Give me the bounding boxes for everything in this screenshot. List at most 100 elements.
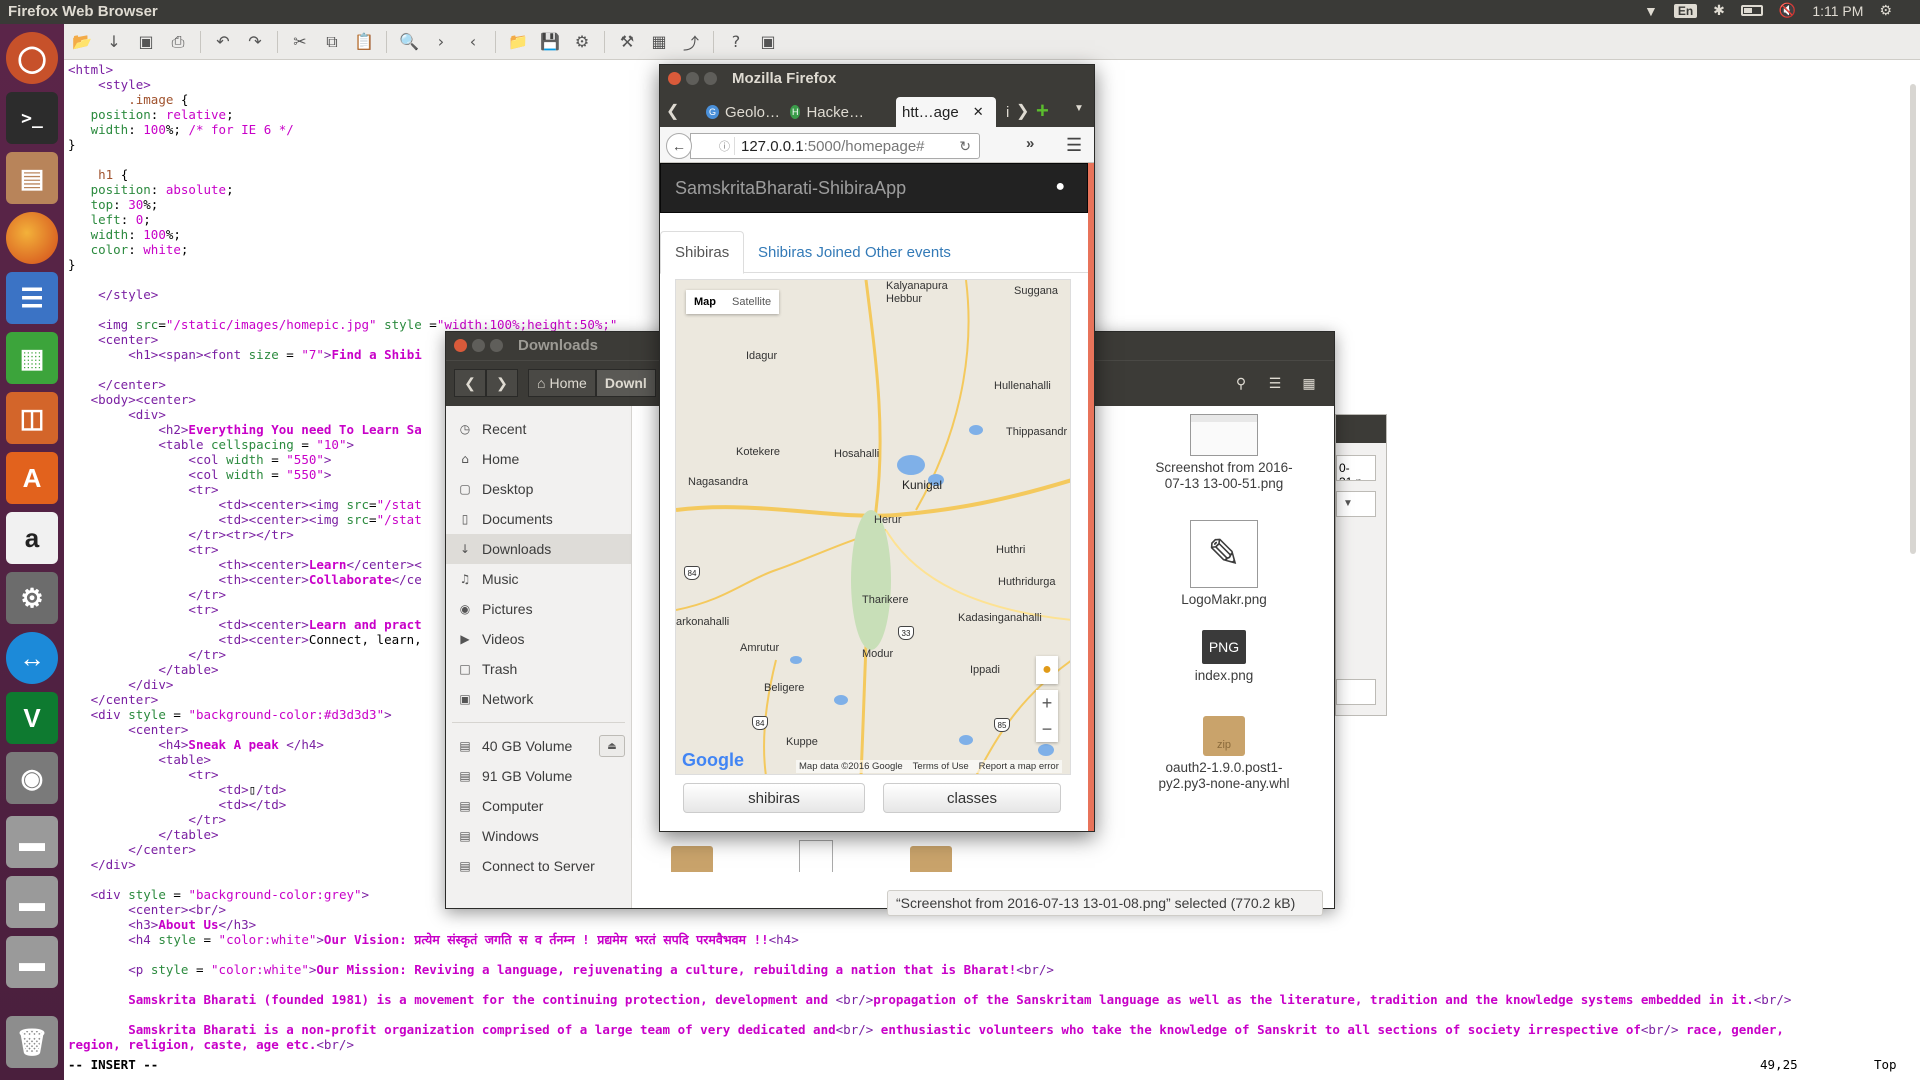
hamburger-menu-icon[interactable]: ☰ bbox=[1066, 135, 1082, 156]
url-bar[interactable]: ⓘ 127.0.0.1:5000/homepage# ↻ bbox=[690, 133, 980, 159]
editor-scrollbar[interactable] bbox=[1910, 84, 1916, 554]
amazon-icon[interactable]: a bbox=[6, 512, 58, 564]
minimize-icon[interactable] bbox=[472, 339, 485, 352]
file-item[interactable]: PNG index.png bbox=[1154, 630, 1294, 684]
file-item[interactable] bbox=[622, 846, 762, 872]
sidebar-item-documents[interactable]: ▯ Documents bbox=[446, 504, 631, 534]
sidebar-item-music[interactable]: ♫ Music bbox=[446, 564, 631, 594]
search-icon[interactable]: ⚲ bbox=[1226, 369, 1256, 397]
eject-icon[interactable]: ⏏ bbox=[599, 735, 625, 757]
power-gear-icon[interactable]: ⚙ bbox=[1879, 2, 1892, 19]
clock[interactable]: 1:11 PM bbox=[1812, 3, 1863, 19]
sidebar-item-connect-to-server[interactable]: ▤ Connect to Server bbox=[446, 851, 631, 881]
impress-icon[interactable]: ◫ bbox=[6, 392, 58, 444]
sidebar-item-computer[interactable]: ▤ Computer bbox=[446, 791, 631, 821]
drive-icon[interactable]: ▬ bbox=[6, 876, 58, 928]
sidebar-item-desktop[interactable]: ▢ Desktop bbox=[446, 474, 631, 504]
terms-of-use-link[interactable]: Terms of Use bbox=[913, 761, 969, 772]
site-info-icon[interactable]: ⓘ bbox=[715, 137, 735, 155]
undo-icon[interactable]: ↶ bbox=[213, 32, 233, 52]
scroll-tabs-right-icon[interactable]: ❯ bbox=[1016, 101, 1029, 121]
file-item[interactable]: Screenshot from 2016-07-13 13-00-51.png bbox=[1154, 414, 1294, 492]
sidebar-item-pictures[interactable]: ◉ Pictures bbox=[446, 594, 631, 624]
help-icon[interactable]: ? bbox=[726, 32, 746, 52]
forward-button[interactable]: ❯ bbox=[486, 369, 518, 397]
scroll-tabs-left-icon[interactable]: ❮ bbox=[666, 101, 679, 121]
terminal-icon[interactable]: >_ bbox=[6, 92, 58, 144]
tab-homepage[interactable]: htt…age ✕ bbox=[896, 97, 996, 127]
close-tab-icon[interactable]: ✕ bbox=[973, 104, 984, 120]
files-icon[interactable]: ▤ bbox=[6, 152, 58, 204]
cut-icon[interactable]: ✂ bbox=[290, 32, 310, 52]
sidebar-item-40gb-volume[interactable]: ▤ 40 GB Volume ⏏ bbox=[446, 731, 631, 761]
dialog-filename-field[interactable]: 0-31.p bbox=[1336, 455, 1376, 481]
battery-icon[interactable] bbox=[1740, 5, 1763, 16]
close-icon[interactable] bbox=[668, 72, 681, 85]
vim-icon[interactable]: V bbox=[6, 692, 58, 744]
tab-geolocation[interactable]: G Geolo… bbox=[700, 97, 780, 127]
user-icon[interactable]: ● bbox=[1055, 178, 1065, 196]
tab-other-events[interactable]: Other events bbox=[851, 231, 965, 273]
zoom-out-button[interactable]: − bbox=[1036, 716, 1058, 742]
map-type-satellite[interactable]: Satellite bbox=[724, 290, 779, 314]
report-map-error-link[interactable]: Report a map error bbox=[979, 761, 1059, 772]
firefox-icon[interactable] bbox=[6, 212, 58, 264]
overflow-chevron-icon[interactable]: » bbox=[1026, 135, 1034, 152]
sidebar-item-home[interactable]: ⌂ Home bbox=[446, 444, 631, 474]
dialog-input[interactable] bbox=[1336, 679, 1376, 705]
volume-muted-icon[interactable]: 🔇 bbox=[1779, 2, 1796, 19]
maximize-icon[interactable] bbox=[490, 339, 503, 352]
zoom-in-button[interactable]: + bbox=[1036, 690, 1058, 716]
wifi-icon[interactable]: ▼ bbox=[1644, 3, 1658, 19]
redo-icon[interactable]: ↷ bbox=[245, 32, 265, 52]
settings-icon[interactable]: ⚙ bbox=[6, 572, 58, 624]
paste-icon[interactable]: 📋 bbox=[354, 32, 374, 52]
sidebar-item-recent[interactable]: ◷ Recent bbox=[446, 414, 631, 444]
sidebar-item-91gb-volume[interactable]: ▤ 91 GB Volume bbox=[446, 761, 631, 791]
tab-shibiras[interactable]: Shibiras bbox=[660, 231, 745, 274]
software-center-icon[interactable]: A bbox=[6, 452, 58, 504]
drive-icon[interactable]: ▬ bbox=[6, 816, 58, 868]
file-item[interactable] bbox=[861, 846, 1001, 872]
drive-icon[interactable]: ▬ bbox=[6, 936, 58, 988]
calc-icon[interactable]: ▦ bbox=[6, 332, 58, 384]
file-item[interactable]: zip oauth2-1.9.0.post1-py2.py3-none-any.… bbox=[1154, 716, 1294, 792]
print-icon[interactable]: ⎙ bbox=[168, 32, 188, 52]
run-script-icon[interactable]: ⚙ bbox=[572, 32, 592, 52]
tab-partial[interactable]: i bbox=[1000, 97, 1012, 127]
sidebar-item-trash[interactable]: □ Trash bbox=[446, 654, 631, 684]
find-prev-icon[interactable]: ‹ bbox=[463, 32, 483, 52]
open-icon[interactable]: 📂 bbox=[72, 32, 92, 52]
new-tab-icon[interactable]: + bbox=[1036, 98, 1049, 124]
teamviewer-icon[interactable]: ↔ bbox=[6, 632, 58, 684]
build-tags-icon[interactable]: ▦ bbox=[649, 32, 669, 52]
save-session-icon[interactable]: 💾 bbox=[540, 32, 560, 52]
keyboard-layout-indicator[interactable]: En bbox=[1673, 3, 1698, 18]
sidebar-item-downloads[interactable]: ↓ Downloads bbox=[446, 534, 631, 564]
find-help-icon[interactable]: ▣ bbox=[758, 32, 778, 52]
maximize-icon[interactable] bbox=[704, 72, 717, 85]
ubuntu-dash-icon[interactable]: ◯ bbox=[6, 32, 58, 84]
writer-icon[interactable]: ☰ bbox=[6, 272, 58, 324]
tab-list-icon[interactable]: ▼ bbox=[1074, 103, 1084, 114]
list-view-icon[interactable]: ☰ bbox=[1260, 369, 1290, 397]
save-icon[interactable]: ↓ bbox=[104, 32, 124, 52]
street-view-pegman-icon[interactable]: ● bbox=[1036, 656, 1058, 684]
reload-icon[interactable]: ↻ bbox=[959, 138, 971, 155]
jump-tag-icon[interactable]: ⤴ bbox=[681, 32, 701, 53]
close-icon[interactable] bbox=[454, 339, 467, 352]
copy-icon[interactable]: ⧉ bbox=[322, 32, 342, 52]
find-next-icon[interactable]: › bbox=[431, 32, 451, 52]
app-brand[interactable]: SamskritaBharati-ShibiraApp bbox=[675, 178, 906, 199]
file-item[interactable]: ✎ LogoMakr.png bbox=[1154, 520, 1294, 608]
sidebar-item-network[interactable]: ▣ Network bbox=[446, 684, 631, 714]
grid-view-icon[interactable]: ▦ bbox=[1294, 369, 1324, 397]
back-button[interactable]: ❮ bbox=[454, 369, 486, 397]
trash-icon[interactable]: 🗑 bbox=[6, 1016, 58, 1068]
load-session-icon[interactable]: 📁 bbox=[508, 32, 528, 52]
breadcrumb-downloads[interactable]: Downl bbox=[595, 369, 656, 397]
tab-hackerearth[interactable]: H Hacke… bbox=[784, 97, 864, 127]
shibiras-button[interactable]: shibiras bbox=[683, 783, 865, 813]
minimize-icon[interactable] bbox=[686, 72, 699, 85]
bluetooth-icon[interactable]: ✱ bbox=[1713, 2, 1725, 19]
